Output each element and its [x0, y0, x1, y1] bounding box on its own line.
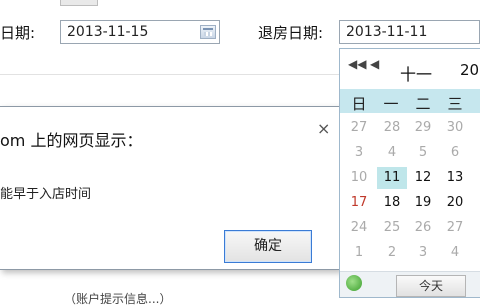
checkout-label: 退房日期:	[258, 24, 324, 42]
logo-icon	[346, 275, 362, 291]
dialog-title: om 上的网页显示：	[0, 131, 143, 150]
checkout-date-input[interactable]: 2013-11-11	[339, 20, 480, 44]
calendar-day[interactable]: 26	[408, 217, 438, 239]
ok-button[interactable]: 确定	[224, 230, 312, 263]
close-icon[interactable]: ×	[317, 119, 330, 138]
calendar-day-selected[interactable]: 11	[377, 167, 407, 189]
calendar-month[interactable]: 十一	[400, 61, 432, 85]
calendar-icon[interactable]	[200, 25, 216, 39]
date-picker: ◀◀ ◀ 十一 20 日 一 二 三 27 28 29 30 3 4 5 6 1…	[339, 48, 480, 298]
calendar-day[interactable]: 1	[344, 242, 374, 264]
checkin-date-input[interactable]: 2013-11-15	[60, 20, 220, 44]
calendar-day[interactable]: 2	[377, 242, 407, 264]
weekday-label: 一	[383, 95, 399, 113]
calendar-day[interactable]: 25	[377, 217, 407, 239]
top-button[interactable]	[60, 0, 98, 6]
alert-dialog: om 上的网页显示： × 能早于入店时间 确定	[0, 106, 341, 270]
prev-year-icon[interactable]: ◀◀	[348, 57, 366, 71]
calendar-day[interactable]: 18	[377, 192, 407, 214]
calendar-day[interactable]: 29	[408, 117, 438, 139]
calendar-day[interactable]: 27	[344, 117, 374, 139]
weekday-label: 二	[415, 95, 431, 113]
calendar-day[interactable]: 20	[440, 192, 470, 214]
calendar-day[interactable]: 5	[408, 142, 438, 164]
calendar-day[interactable]: 27	[440, 217, 470, 239]
calendar-footer: 今天	[340, 271, 480, 297]
calendar-day-sunday[interactable]: 17	[344, 192, 374, 214]
today-button[interactable]: 今天	[396, 275, 466, 297]
dialog-message: 能早于入店时间	[0, 187, 92, 202]
calendar-day[interactable]: 24	[344, 217, 374, 239]
calendar-day[interactable]: 28	[377, 117, 407, 139]
calendar-day[interactable]: 19	[408, 192, 438, 214]
calendar-day[interactable]: 6	[440, 142, 470, 164]
calendar-year[interactable]: 20	[460, 61, 479, 79]
bottom-hint-text: （账户提示信息...）	[64, 292, 172, 306]
calendar-nav: ◀◀ ◀ 十一 20	[340, 49, 480, 89]
calendar-day[interactable]: 12	[408, 167, 438, 189]
calendar-day[interactable]: 3	[408, 242, 438, 264]
weekday-label: 日	[351, 95, 367, 113]
prev-month-icon[interactable]: ◀	[370, 57, 379, 71]
calendar-day[interactable]: 10	[344, 167, 374, 189]
calendar-day[interactable]: 3	[344, 142, 374, 164]
calendar-day[interactable]: 4	[440, 242, 470, 264]
checkin-label: 日期:	[0, 24, 36, 42]
calendar-day[interactable]: 13	[440, 167, 470, 189]
weekday-header: 日 一 二 三	[340, 89, 480, 113]
calendar-day[interactable]: 30	[440, 117, 470, 139]
calendar-day[interactable]: 4	[377, 142, 407, 164]
weekday-label: 三	[447, 95, 463, 113]
